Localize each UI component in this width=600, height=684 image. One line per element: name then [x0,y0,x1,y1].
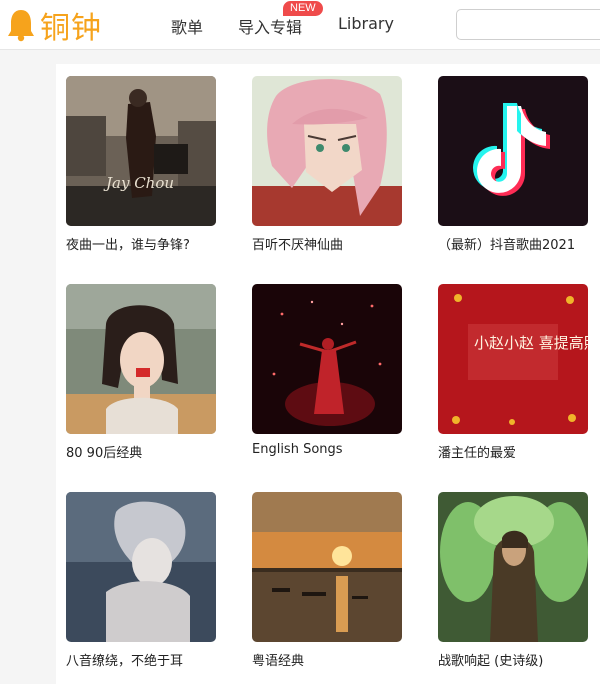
cover-overlay-text: 小赵小赵 喜提高照 [474,334,588,352]
playlist-card[interactable]: 小赵小赵 喜提高照 潘主任的最爱 [438,284,590,461]
playlist-title[interactable]: English Songs [252,442,404,457]
playlist-cover[interactable] [252,492,402,642]
logo[interactable]: 铜钟 [6,6,102,46]
playlist-card[interactable]: 战歌响起 (史诗级) [438,492,590,669]
playlist-cover[interactable] [66,284,216,434]
playlist-cover[interactable]: 小赵小赵 喜提高照 [438,284,588,434]
playlist-card[interactable]: （最新）抖音歌曲2021 [438,76,590,253]
playlist-title[interactable]: （最新）抖音歌曲2021 [438,234,590,253]
playlist-card[interactable]: English Songs [252,284,404,457]
playlist-title[interactable]: 潘主任的最爱 [438,442,590,461]
playlist-card[interactable]: 粤语经典 [252,492,404,669]
logo-text: 铜钟 [40,11,102,46]
playlist-cover[interactable] [438,76,588,226]
playlist-title[interactable]: 战歌响起 (史诗级) [438,650,590,669]
search-input[interactable] [456,9,600,40]
nav-playlists[interactable]: 歌单 [171,14,203,38]
playlist-cover[interactable] [66,492,216,642]
playlist-title[interactable]: 粤语经典 [252,650,404,669]
playlist-card[interactable]: 百听不厌神仙曲 [252,76,404,253]
playlist-grid: Jay Chou 夜曲一出，谁与争锋? 百听不厌神仙曲 （最新）抖音歌曲2021… [56,64,600,684]
cover-overlay-text: Jay Chou [103,174,174,192]
playlist-title[interactable]: 八音缭绕，不绝于耳 [66,650,218,669]
new-badge: NEW [283,1,323,16]
playlist-card[interactable]: 八音缭绕，不绝于耳 [66,492,218,669]
playlist-cover[interactable] [252,76,402,226]
nav-import-album[interactable]: 导入专辑 [238,14,302,38]
playlist-card[interactable]: Jay Chou 夜曲一出，谁与争锋? [66,76,218,253]
bell-icon [8,10,34,42]
playlist-card[interactable]: 80 90后经典 [66,284,218,461]
playlist-title[interactable]: 80 90后经典 [66,442,218,461]
playlist-cover[interactable]: Jay Chou [66,76,216,226]
playlist-cover[interactable] [438,492,588,642]
playlist-title[interactable]: 百听不厌神仙曲 [252,234,404,253]
nav-library[interactable]: Library [338,14,394,33]
playlist-title[interactable]: 夜曲一出，谁与争锋? [66,234,218,253]
playlist-cover[interactable] [252,284,402,434]
top-bar: 铜钟 歌单 导入专辑 NEW Library [0,0,600,50]
